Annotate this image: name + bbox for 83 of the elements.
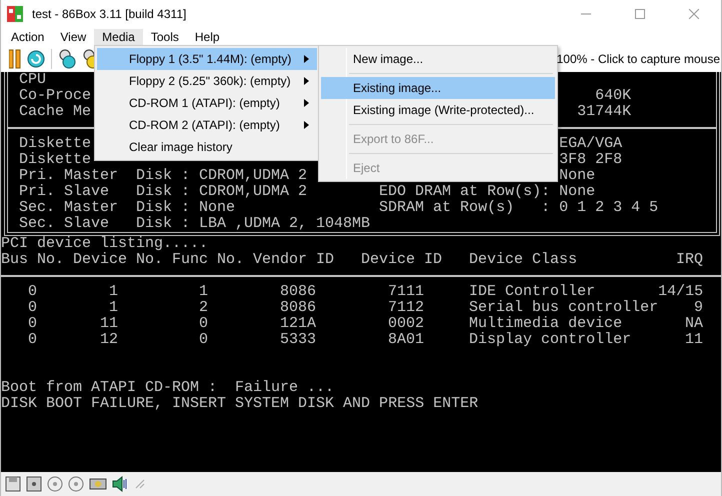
table-cell: 14/15: [658, 284, 704, 300]
screen-text: Pri. Slave Disk : CDROM,UDMA 2: [19, 184, 308, 200]
screen-text: Sec. Slave Disk : LBA ,UDMA 2, 1048MB: [19, 216, 370, 232]
table-cell-text: 5333: [279, 332, 318, 348]
table-cell-text: 1: [198, 284, 210, 300]
screen-text: 31744K: [577, 104, 632, 120]
menu-item[interactable]: Existing image...: [321, 77, 555, 99]
table-cell-text: 8A01: [387, 332, 426, 348]
table-cell-text: 11: [684, 332, 704, 348]
app-icon: [6, 5, 24, 23]
submenu-arrow-icon: [304, 121, 309, 129]
submenu-arrow-icon: [304, 99, 309, 107]
table-cell-text: 8086: [279, 284, 318, 300]
screen-text: EGA/VGA: [559, 136, 622, 152]
table-cell-text: 121A: [279, 316, 318, 332]
column-header: IRQ: [675, 252, 704, 268]
screen-text: Co-Proce: [19, 88, 92, 104]
reset-icon[interactable]: [27, 50, 45, 68]
table-cell-text: 1: [108, 300, 120, 316]
column-header: Device ID: [361, 252, 444, 268]
table-cell-text: 0: [198, 316, 210, 332]
menu-item[interactable]: CD-ROM 2 (ATAPI): (empty): [97, 114, 317, 136]
menu-item[interactable]: New image...: [321, 48, 555, 70]
screen-text: Sec. Master Disk : None: [19, 200, 236, 216]
column-header: Vendor ID: [253, 252, 336, 268]
screen-text: Cache Me: [19, 104, 92, 120]
table-cell-text: 8086: [279, 300, 318, 316]
table-cell-text: 0: [26, 316, 38, 332]
table-cell-text: 0: [26, 284, 38, 300]
column-header: Device Class: [469, 252, 578, 268]
screen-text: Boot from ATAPI CD-ROM : Failure ...: [1, 380, 336, 396]
table-cell-text: 9: [693, 300, 704, 316]
menu-item[interactable]: Tools: [142, 28, 187, 44]
screen-text: None: [559, 168, 596, 184]
table-cell-text: 0: [198, 332, 210, 348]
submenu-arrow-icon: [304, 55, 309, 63]
table-cell-text: NA: [684, 316, 704, 332]
table-cell-text: 1: [108, 284, 120, 300]
menu-item[interactable]: Floppy 2 (5.25" 360k): (empty): [97, 70, 317, 92]
screen-text: Diskette: [19, 152, 92, 168]
screen-text: PCI device listing.....: [1, 236, 210, 252]
table-cell-text: 7112: [387, 300, 426, 316]
menu-item[interactable]: CD-ROM 1 (ATAPI): (empty): [97, 92, 317, 114]
floppy-icon[interactable]: [5, 476, 21, 492]
menu-item[interactable]: Floppy 1 (3.5" 1.44M): (empty): [97, 48, 317, 70]
table-cell: Serial bus controller: [469, 300, 658, 316]
table-cell-text: Multimedia device: [469, 316, 624, 332]
status-text: 100% - Click to capture mouse: [556, 52, 721, 66]
table-cell-text: 0002: [387, 316, 426, 332]
menu-item[interactable]: Media: [94, 28, 143, 44]
close-icon[interactable]: [689, 9, 699, 19]
column-header: Func No.: [172, 252, 246, 268]
table-cell-text: Display controller: [469, 332, 632, 348]
menu-item[interactable]: Clear image history: [97, 136, 317, 158]
cd-icon[interactable]: [47, 476, 63, 492]
submenu-arrow-icon: [304, 77, 309, 85]
maximize-icon[interactable]: [635, 9, 645, 19]
resize-grip-icon[interactable]: [135, 479, 145, 489]
screen-text: Diskette: [19, 136, 92, 152]
screen-text: DISK BOOT FAILURE, INSERT SYSTEM DISK AND PRESS ENTER: [1, 396, 480, 412]
menu-item[interactable]: View: [52, 28, 94, 44]
window-title: test - 86Box 3.11 [build 4311]: [32, 7, 186, 21]
menu-item[interactable]: Existing image (Write-protected)...: [321, 99, 555, 121]
table-cell-text: 11: [99, 316, 120, 332]
column-header: Device No.: [73, 252, 164, 268]
screen-text: SDRAM at Row(s) : 0 1 2 3 4 5: [379, 200, 658, 216]
screen-text: 3F8 2F8: [559, 152, 622, 168]
menu-item[interactable]: Action: [3, 28, 52, 44]
table-cell-text: 12: [99, 332, 120, 348]
screen-text: Pri. Master Disk : CDROM,UDMA 2: [19, 168, 308, 184]
menu-item[interactable]: Help: [186, 28, 228, 44]
table-cell-text: 2: [198, 300, 210, 316]
screen-text: 640K: [595, 88, 632, 104]
screen-text: EDO DRAM at Row(s): None: [379, 184, 596, 200]
cd-icon[interactable]: [68, 476, 84, 492]
column-header: Bus No.: [1, 252, 66, 268]
screen-text: CPU: [19, 72, 46, 88]
floppy-icon[interactable]: [26, 476, 42, 492]
table-cell-text: 0: [26, 300, 38, 316]
table-cell-text: IDE Controller: [469, 284, 596, 300]
pause-icon[interactable]: [9, 48, 21, 68]
table-cell-text: 7111: [387, 284, 426, 300]
table-cell-text: 0: [26, 332, 38, 348]
